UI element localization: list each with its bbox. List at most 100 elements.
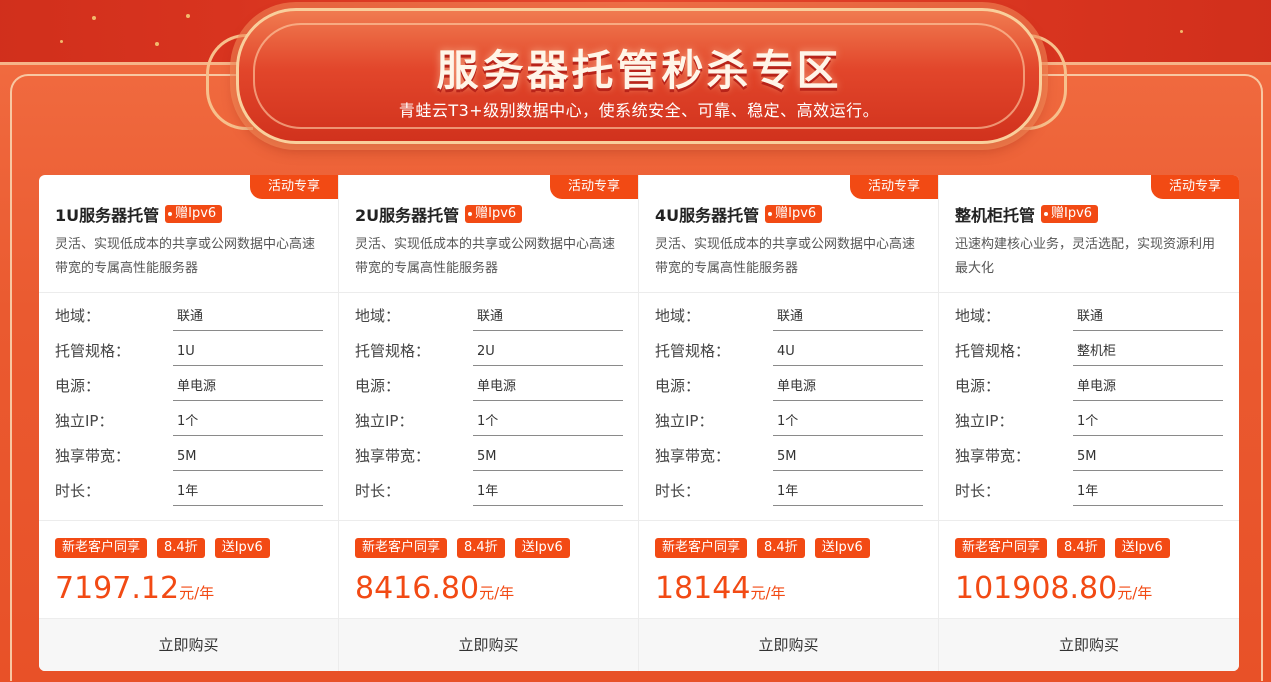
product-card: 活动专享 4U服务器托管 赠Ipv6 灵活、实现低成本的共享或公网数据中心高速带宽的专… (639, 175, 939, 671)
spec-row: 独立IP： 1个 (955, 406, 1223, 441)
spec-row: 时长： 1年 (655, 476, 923, 511)
spec-select[interactable]: 1个 (473, 410, 623, 436)
spec-select[interactable]: 5M (1073, 445, 1223, 471)
spec-row: 独享带宽： 5M (355, 441, 623, 476)
spec-row: 独立IP： 1个 (655, 406, 923, 441)
spec-select[interactable]: 联通 (773, 305, 923, 331)
product-name: 1U服务器托管 (55, 206, 160, 225)
spec-label: 地域： (655, 307, 701, 325)
product-card: 活动专享 整机柜托管 赠Ipv6 迅速构建核心业务，灵活选配，实现资源利用最大化 地域：… (939, 175, 1239, 671)
spec-label: 时长： (55, 482, 101, 500)
spec-label: 托管规格： (55, 342, 131, 360)
discount-badge: 8.4折 (157, 538, 205, 558)
buy-now-button[interactable]: 立即购买 (39, 618, 338, 671)
spec-row: 托管规格： 1U (55, 336, 323, 371)
spec-label: 时长： (955, 482, 1001, 500)
spec-row: 独立IP： 1个 (55, 406, 323, 441)
card-title: 2U服务器托管 赠Ipv6 (355, 202, 523, 226)
spec-select[interactable]: 联通 (1073, 305, 1223, 331)
spec-select[interactable]: 1年 (173, 480, 323, 506)
discount-badge: 送Ipv6 (514, 538, 570, 558)
divider (39, 520, 338, 521)
spec-row: 时长： 1年 (55, 476, 323, 511)
buy-now-button[interactable]: 立即购买 (639, 618, 938, 671)
divider (639, 292, 938, 293)
product-card: 活动专享 1U服务器托管 赠Ipv6 灵活、实现低成本的共享或公网数据中心高速带宽的专… (39, 175, 339, 671)
spec-select[interactable]: 1年 (473, 480, 623, 506)
discount-badges: 新老客户同享 8.4折 送Ipv6 (355, 538, 570, 558)
buy-now-button[interactable]: 立即购买 (339, 618, 638, 671)
discount-badge: 送Ipv6 (814, 538, 870, 558)
discount-badge: 送Ipv6 (214, 538, 270, 558)
buy-now-button[interactable]: 立即购买 (939, 618, 1239, 671)
promo-tag: 活动专享 (849, 175, 938, 199)
spec-select[interactable]: 联通 (173, 305, 323, 331)
spec-label: 独享带宽： (55, 447, 131, 465)
spec-row: 托管规格： 整机柜 (955, 336, 1223, 371)
spec-row: 托管规格： 2U (355, 336, 623, 371)
spec-select[interactable]: 1U (173, 340, 323, 366)
spec-row: 独享带宽： 5M (655, 441, 923, 476)
product-description: 灵活、实现低成本的共享或公网数据中心高速带宽的专属高性能服务器 (655, 237, 916, 276)
discount-badge: 8.4折 (1057, 538, 1105, 558)
ipv6-gift-tag: 赠Ipv6 (465, 205, 523, 223)
price-unit: 元/年 (179, 584, 215, 602)
product-name: 整机柜托管 (955, 206, 1036, 225)
spec-select[interactable]: 联通 (473, 305, 623, 331)
spec-label: 独立IP： (655, 412, 714, 430)
divider (939, 292, 1239, 293)
spec-row: 电源： 单电源 (955, 371, 1223, 406)
ipv6-gift-tag: 赠Ipv6 (1041, 205, 1099, 223)
spec-label: 托管规格： (355, 342, 431, 360)
product-description: 灵活、实现低成本的共享或公网数据中心高速带宽的专属高性能服务器 (355, 237, 616, 276)
spec-select[interactable]: 单电源 (1073, 375, 1223, 401)
discount-badge: 新老客户同享 (55, 538, 148, 558)
price-unit: 元/年 (750, 584, 786, 602)
price-value: 7197.12 (55, 571, 180, 606)
divider (339, 520, 638, 521)
product-name: 4U服务器托管 (655, 206, 760, 225)
spec-row: 地域： 联通 (55, 301, 323, 336)
divider (339, 292, 638, 293)
spec-select[interactable]: 1个 (773, 410, 923, 436)
spec-select[interactable]: 1个 (1073, 410, 1223, 436)
price: 7197.12元/年 (55, 571, 214, 606)
promo-tag: 活动专享 (249, 175, 338, 199)
price: 8416.80元/年 (355, 571, 514, 606)
spec-select[interactable]: 1年 (1073, 480, 1223, 506)
spec-select[interactable]: 单电源 (773, 375, 923, 401)
spec-row: 地域： 联通 (955, 301, 1223, 336)
spec-select[interactable]: 5M (173, 445, 323, 471)
spec-select[interactable]: 2U (473, 340, 623, 366)
spec-label: 电源： (655, 377, 701, 395)
spec-select[interactable]: 1个 (173, 410, 323, 436)
spec-label: 独享带宽： (955, 447, 1031, 465)
product-cards: 活动专享 1U服务器托管 赠Ipv6 灵活、实现低成本的共享或公网数据中心高速带宽的专… (39, 175, 1239, 671)
spec-label: 地域： (355, 307, 401, 325)
spec-label: 时长： (355, 482, 401, 500)
divider (939, 520, 1239, 521)
spec-select[interactable]: 4U (773, 340, 923, 366)
spec-row: 地域： 联通 (355, 301, 623, 336)
sparkle-decoration (1180, 30, 1183, 33)
spec-row: 托管规格： 4U (655, 336, 923, 371)
ipv6-gift-tag: 赠Ipv6 (165, 205, 223, 223)
spec-label: 托管规格： (655, 342, 731, 360)
spec-row: 独立IP： 1个 (355, 406, 623, 441)
spec-label: 托管规格： (955, 342, 1031, 360)
discount-badge: 新老客户同享 (955, 538, 1048, 558)
spec-row: 电源： 单电源 (355, 371, 623, 406)
spec-select[interactable]: 5M (773, 445, 923, 471)
spec-select[interactable]: 5M (473, 445, 623, 471)
spec-select[interactable]: 整机柜 (1073, 340, 1223, 366)
spec-select[interactable]: 1年 (773, 480, 923, 506)
spec-row: 电源： 单电源 (55, 371, 323, 406)
price-unit: 元/年 (1117, 584, 1153, 602)
spec-select[interactable]: 单电源 (173, 375, 323, 401)
card-title: 1U服务器托管 赠Ipv6 (55, 202, 223, 226)
discount-badges: 新老客户同享 8.4折 送Ipv6 (55, 538, 270, 558)
discount-badge: 送Ipv6 (1114, 538, 1170, 558)
price-value: 18144 (655, 571, 751, 606)
spec-select[interactable]: 单电源 (473, 375, 623, 401)
sparkle-decoration (186, 14, 190, 18)
